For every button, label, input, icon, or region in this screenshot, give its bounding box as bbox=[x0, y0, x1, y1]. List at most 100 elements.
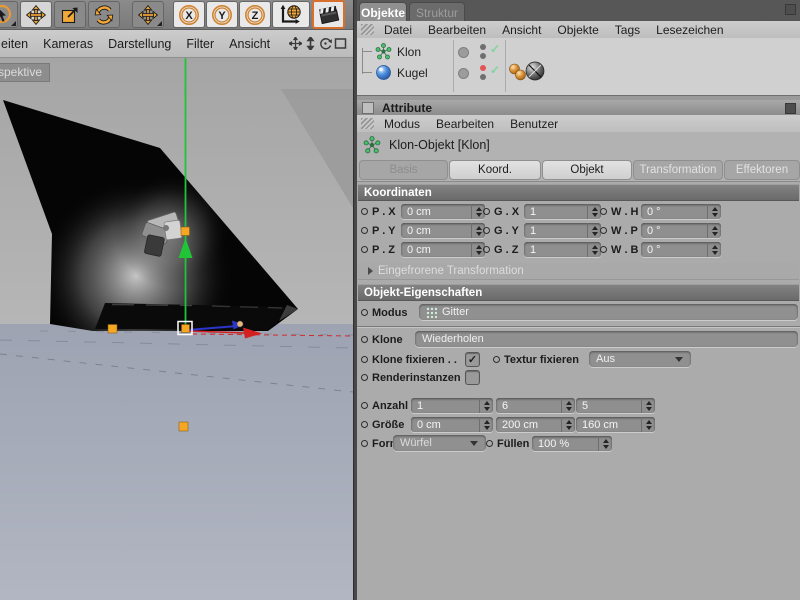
stepper-icon[interactable] bbox=[587, 223, 601, 238]
stepper-icon[interactable] bbox=[587, 242, 601, 257]
klone-dropdown[interactable]: Wiederholen bbox=[415, 331, 798, 347]
anim-ring-icon[interactable] bbox=[483, 246, 490, 253]
wb-field[interactable]: 0 ° bbox=[641, 242, 721, 257]
anim-ring-icon[interactable] bbox=[600, 227, 607, 234]
editor-visibility-dot[interactable] bbox=[480, 44, 486, 50]
anim-ring-icon[interactable] bbox=[483, 227, 490, 234]
editor-visibility-dot[interactable] bbox=[480, 65, 486, 71]
clone-handle[interactable] bbox=[178, 421, 189, 432]
stepper-icon[interactable] bbox=[587, 204, 601, 219]
panel-pin-icon[interactable] bbox=[785, 103, 796, 114]
modus-dropdown[interactable]: Gitter bbox=[419, 304, 798, 320]
tab-koord[interactable]: Koord. bbox=[449, 160, 541, 180]
tab-effektoren[interactable]: Effektoren bbox=[724, 160, 800, 180]
om-menu-item[interactable]: Bearbeiten bbox=[428, 23, 486, 37]
layer-dot[interactable] bbox=[458, 47, 469, 58]
viewport-menu-item[interactable]: Darstellung bbox=[108, 37, 171, 51]
frozen-transformation-group[interactable]: Eingefrorene Transformation bbox=[358, 263, 799, 280]
om-menu-item[interactable]: Lesezeichen bbox=[656, 23, 723, 37]
groesse-z-field[interactable]: 160 cm bbox=[576, 417, 655, 432]
anim-ring-icon[interactable] bbox=[361, 227, 368, 234]
object-name[interactable]: Kugel bbox=[397, 66, 428, 80]
object-row-klon[interactable]: Klon bbox=[357, 41, 800, 62]
gy-field[interactable]: 1 bbox=[524, 223, 601, 238]
pz-field[interactable]: 0 cm bbox=[401, 242, 485, 257]
px-field[interactable]: 0 cm bbox=[401, 204, 485, 219]
stepper-icon[interactable] bbox=[707, 242, 721, 257]
anim-ring-icon[interactable] bbox=[493, 356, 500, 363]
object-row-kugel[interactable]: Kugel bbox=[357, 62, 800, 83]
stepper-icon[interactable] bbox=[598, 436, 612, 451]
anim-ring-icon[interactable] bbox=[361, 356, 368, 363]
stepper-icon[interactable] bbox=[561, 398, 575, 413]
klone-fixieren-checkbox[interactable] bbox=[465, 352, 480, 367]
tab-struktur[interactable]: Struktur bbox=[409, 2, 465, 22]
clone-handle-selected[interactable] bbox=[181, 324, 190, 333]
anim-ring-icon[interactable] bbox=[486, 440, 493, 447]
stepper-icon[interactable] bbox=[641, 398, 655, 413]
lock-y-button[interactable]: Y bbox=[206, 1, 238, 28]
renderinstanzen-checkbox[interactable] bbox=[465, 370, 480, 385]
attr-menu-item[interactable]: Bearbeiten bbox=[436, 117, 494, 131]
panel-pin-icon[interactable] bbox=[785, 4, 796, 15]
viewport-menu-item[interactable]: Kameras bbox=[43, 37, 93, 51]
render-visibility-dot[interactable] bbox=[480, 74, 486, 80]
section-header-objekt-eigenschaften[interactable]: Objekt-Eigenschaften bbox=[358, 284, 799, 301]
texture-tag-icon[interactable] bbox=[515, 69, 526, 81]
tab-objekt[interactable]: Objekt bbox=[542, 160, 632, 180]
anim-ring-icon[interactable] bbox=[361, 402, 368, 409]
maximize-view-icon[interactable] bbox=[334, 37, 347, 50]
zoom-view-icon[interactable] bbox=[304, 37, 317, 50]
anim-ring-icon[interactable] bbox=[361, 309, 368, 316]
fuellen-field[interactable]: 100 % bbox=[532, 436, 612, 451]
coordinate-system-button[interactable] bbox=[272, 1, 310, 28]
tab-objekte[interactable]: Objekte bbox=[359, 2, 407, 22]
anim-ring-icon[interactable] bbox=[361, 336, 368, 343]
om-menu-item[interactable]: Ansicht bbox=[502, 23, 541, 37]
anzahl-z-field[interactable]: 5 bbox=[576, 398, 655, 413]
object-name[interactable]: Klon bbox=[397, 45, 421, 59]
move-button[interactable] bbox=[20, 1, 52, 28]
anim-ring-icon[interactable] bbox=[361, 246, 368, 253]
groesse-y-field[interactable]: 200 cm bbox=[496, 417, 575, 432]
live-selection-button[interactable] bbox=[0, 1, 18, 28]
anim-ring-icon[interactable] bbox=[600, 246, 607, 253]
drag-grip-icon[interactable] bbox=[361, 118, 374, 129]
render-visibility-dot[interactable] bbox=[480, 53, 486, 59]
gz-field[interactable]: 1 bbox=[524, 242, 601, 257]
rotate-view-icon[interactable] bbox=[319, 37, 332, 50]
gx-field[interactable]: 1 bbox=[524, 204, 601, 219]
layer-dot[interactable] bbox=[458, 68, 469, 79]
anim-ring-icon[interactable] bbox=[600, 208, 607, 215]
anim-ring-icon[interactable] bbox=[361, 421, 368, 428]
stepper-icon[interactable] bbox=[641, 417, 655, 432]
rotate-button[interactable] bbox=[88, 1, 120, 28]
anim-ring-icon[interactable] bbox=[361, 440, 368, 447]
stepper-icon[interactable] bbox=[479, 417, 493, 432]
lock-z-button[interactable]: Z bbox=[239, 1, 271, 28]
attr-menu-item[interactable]: Benutzer bbox=[510, 117, 558, 131]
groesse-x-field[interactable]: 0 cm bbox=[411, 417, 493, 432]
viewport-menu-item[interactable]: Filter bbox=[186, 37, 214, 51]
anzahl-x-field[interactable]: 1 bbox=[411, 398, 493, 413]
textur-fixieren-dropdown[interactable]: Aus bbox=[589, 351, 691, 367]
lock-x-button[interactable]: X bbox=[173, 1, 205, 28]
py-field[interactable]: 0 cm bbox=[401, 223, 485, 238]
anim-ring-icon[interactable] bbox=[361, 208, 368, 215]
perspective-viewport[interactable]: rspektive bbox=[0, 58, 353, 600]
drag-grip-icon[interactable] bbox=[361, 24, 374, 35]
enabled-check-icon[interactable] bbox=[490, 65, 500, 75]
move-axis-button[interactable] bbox=[132, 1, 164, 28]
tab-basis[interactable]: Basis bbox=[359, 160, 448, 180]
om-menu-item[interactable]: Objekte bbox=[557, 23, 598, 37]
attr-menu-item[interactable]: Modus bbox=[384, 117, 420, 131]
anim-ring-icon[interactable] bbox=[361, 374, 368, 381]
clone-handle[interactable] bbox=[180, 226, 190, 236]
render-view-button[interactable] bbox=[312, 0, 345, 29]
stepper-icon[interactable] bbox=[707, 223, 721, 238]
anzahl-y-field[interactable]: 6 bbox=[496, 398, 575, 413]
attribute-lock-checkbox[interactable] bbox=[362, 101, 374, 114]
scale-button[interactable] bbox=[54, 1, 86, 28]
viewport-label[interactable]: rspektive bbox=[0, 63, 51, 82]
wp-field[interactable]: 0 ° bbox=[641, 223, 721, 238]
